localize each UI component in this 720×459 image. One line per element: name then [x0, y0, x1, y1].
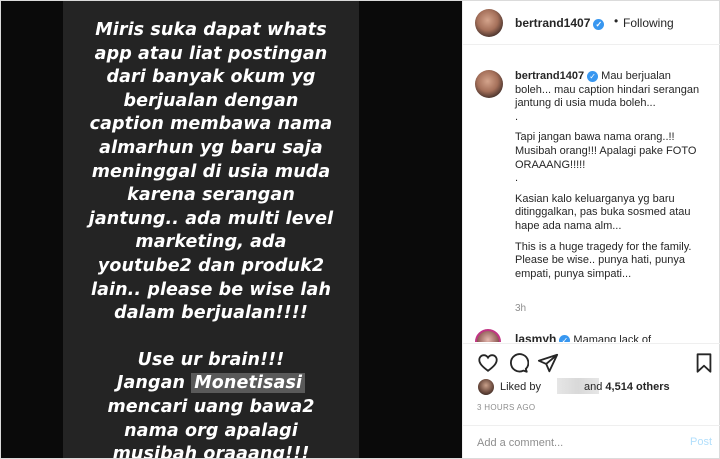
story-line: Use ur brain!!! [137, 349, 285, 370]
share-icon[interactable] [537, 352, 559, 374]
heart-icon[interactable] [477, 352, 499, 374]
verified-badge-icon: ✓ [593, 19, 605, 30]
separator-dot: • [614, 14, 619, 28]
verified-badge-icon: ✓ [587, 71, 599, 82]
post-details-panel: bertrand1407 ✓ • Following bertrand1407 ✓ … [462, 1, 720, 458]
story-word: Jangan [116, 373, 186, 394]
post-image[interactable]: Miris suka dapat whats app atau liat pos… [1, 1, 462, 458]
comment-text: Mamang lack of [573, 334, 652, 342]
story-line: almarhun yg baru saja [99, 137, 323, 158]
caption-first-line: bertrand1407 ✓ Mau berjualan [515, 70, 711, 84]
story-line: caption membawa nama [89, 114, 333, 135]
caption-line: boleh... mau caption hindari serangan [515, 83, 700, 96]
caption-text: Mau berjualan [601, 70, 671, 82]
story-line: marketing, ada [135, 232, 287, 253]
caption-line: Please be wise.. punya hati, punya [515, 254, 686, 267]
caption-username[interactable]: bertrand1407 [515, 70, 584, 82]
commenter-username[interactable]: lasmyh [515, 332, 556, 342]
bookmark-icon[interactable] [693, 352, 715, 374]
post-caption: bertrand1407 ✓ Mau berjualan boleh... mau… [515, 70, 711, 281]
author-username-text[interactable]: bertrand1407 [515, 16, 590, 30]
caption-line: . [515, 172, 519, 185]
caption-author-avatar[interactable] [475, 70, 503, 98]
story-line: berjualan dengan [123, 90, 299, 111]
caption-line: Musibah orang!!! Apalagi pake FOTO [515, 144, 697, 157]
comment-icon[interactable] [507, 352, 529, 374]
caption-line: hape ada nama alm... [515, 219, 622, 232]
liker-avatar[interactable] [477, 378, 495, 396]
story-line: lain.. please be wise lah [90, 279, 332, 300]
likes-count[interactable]: and 4,514 others [584, 381, 670, 393]
author-avatar[interactable] [475, 9, 503, 37]
story-line: musibah oraaang!!! [112, 444, 310, 458]
caption-line: jantung di usia muda boleh... [515, 97, 656, 110]
caption-time[interactable]: 3h [515, 303, 526, 314]
story-line-highlight: Jangan Monetisasi [63, 372, 359, 396]
caption-line: This is a huge tragedy for the family. [515, 240, 692, 253]
caption-line: empati, punya simpati... [515, 267, 632, 280]
caption-line: Tapi jangan bawa nama orang..!! [515, 131, 675, 144]
story-line: app atau liat postingan [94, 43, 328, 64]
story-line: Miris suka dapat whats [95, 20, 327, 40]
likes-count-text[interactable]: 4,514 others [605, 381, 669, 393]
post-header: bertrand1407 ✓ • Following [463, 1, 720, 45]
verified-badge-icon: ✓ [559, 335, 571, 342]
comment-item: lasmyh ✓ Mamang lack of [515, 332, 651, 342]
caption-line: Kasian kalo keluarganya yg baru [515, 192, 675, 205]
following-button[interactable]: Following [623, 16, 674, 30]
story-text: Miris suka dapat whats app atau liat pos… [63, 19, 359, 458]
add-comment-bar: Post [463, 425, 720, 458]
story-line: karena serangan [127, 185, 295, 206]
comments-section[interactable]: bertrand1407 ✓ Mau berjualan boleh... mau… [463, 46, 720, 342]
highlighted-word: Monetisasi [191, 373, 306, 394]
story-line: youtube2 dan produk2 [97, 255, 325, 276]
action-bar [463, 343, 720, 377]
story-line: mencari uang bawa2 [107, 396, 315, 417]
comment-input[interactable] [477, 435, 667, 451]
story-line: nama org apalagi [124, 420, 298, 441]
caption-line: ditinggalkan, pas buka sosmed atau [515, 206, 691, 219]
caption-line: . [515, 110, 519, 123]
likes-and-label: and [584, 381, 603, 393]
caption-line: ORAAANG!!!!! [515, 158, 586, 171]
story-line: jantung.. ada multi level [88, 208, 334, 229]
story-line: dari banyak okum yg [106, 67, 316, 88]
story-line: dalam berjualan!!!! [114, 303, 308, 324]
post-timestamp: 3 HOURS AGO [477, 403, 536, 412]
likes-row: Liked by and 4,514 others [477, 377, 717, 397]
story-gap [63, 326, 359, 349]
story-line: meninggal di usia muda [91, 161, 331, 182]
post-comment-button[interactable]: Post [690, 436, 712, 448]
author-username[interactable]: bertrand1407 ✓ [515, 16, 605, 30]
liked-by-label: Liked by [500, 381, 541, 393]
commenter-avatar[interactable] [475, 329, 501, 342]
